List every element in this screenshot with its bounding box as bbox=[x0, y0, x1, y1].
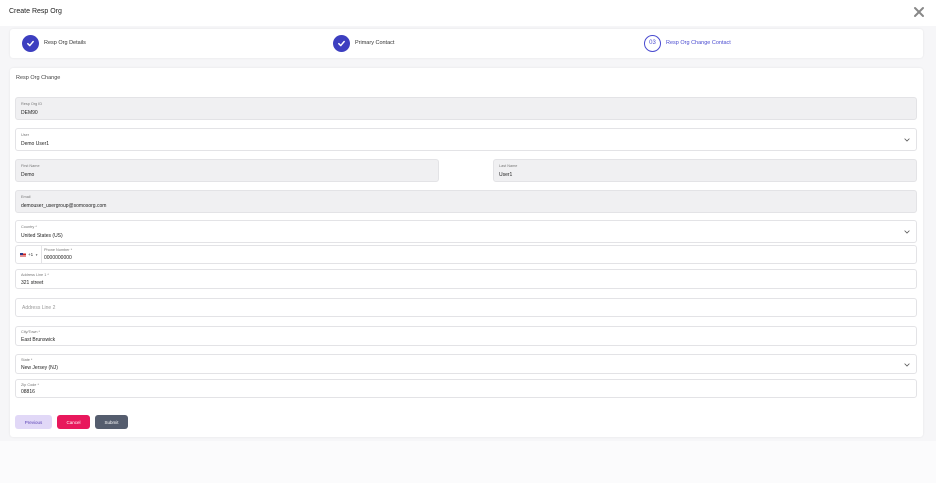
first-name-field: First Name Demo bbox=[15, 159, 439, 182]
field-label: Zip Code * bbox=[21, 383, 39, 387]
field-label: User bbox=[21, 133, 30, 137]
field-value: Demo bbox=[21, 172, 35, 178]
field-value: 321 street bbox=[21, 280, 44, 286]
state-select[interactable]: State * New Jersey (NJ) bbox=[15, 354, 917, 374]
field-value: DEM90 bbox=[21, 110, 38, 116]
zip-code-field[interactable]: Zip Code * 08816 bbox=[15, 379, 917, 398]
city-field[interactable]: City/Town * East Brunswick bbox=[15, 326, 917, 346]
field-value: demouser_usergroup@somosorg.com bbox=[21, 203, 107, 209]
country-select[interactable]: Country * United States (US) bbox=[15, 220, 917, 243]
close-icon[interactable] bbox=[913, 6, 925, 18]
modal-footer bbox=[0, 441, 936, 483]
last-name-field: Last Name User1 bbox=[493, 159, 917, 182]
step-number: 03 bbox=[644, 34, 661, 52]
section-title: Resp Org Change bbox=[16, 75, 61, 81]
field-value: East Brunswick bbox=[21, 337, 56, 343]
chevron-down-icon bbox=[904, 138, 910, 142]
field-value: New Jersey (NJ) bbox=[21, 365, 58, 371]
step-resp-org-change-contact[interactable]: 03 Resp Org Change Contact bbox=[644, 34, 731, 52]
modal-title: Create Resp Org bbox=[9, 8, 62, 15]
step-label: Primary Contact bbox=[355, 40, 395, 46]
modal-header: Create Resp Org bbox=[0, 0, 936, 26]
submit-button[interactable]: Submit bbox=[95, 415, 128, 429]
us-flag-icon bbox=[20, 252, 26, 257]
step-complete-indicator bbox=[22, 34, 39, 52]
stepper: Resp Org Details Primary Contact 03 Resp… bbox=[10, 29, 923, 58]
country-code-select[interactable]: +1 ▼ bbox=[16, 246, 42, 263]
field-label: Country * bbox=[21, 225, 37, 229]
field-label: Address Line 1 * bbox=[21, 273, 49, 277]
resp-org-id-field: Resp Org ID DEM90 bbox=[15, 97, 917, 120]
step-primary-contact[interactable]: Primary Contact bbox=[333, 34, 394, 52]
step-complete-indicator bbox=[333, 34, 350, 52]
field-value: 08816 bbox=[21, 389, 35, 395]
field-label: State * bbox=[21, 358, 33, 362]
chevron-down-icon bbox=[904, 230, 910, 234]
chevron-down-icon bbox=[904, 363, 910, 367]
previous-button[interactable]: Previous bbox=[15, 415, 52, 429]
cancel-button[interactable]: Cancel bbox=[57, 415, 90, 429]
field-label: Last Name bbox=[499, 164, 518, 168]
field-label: Email bbox=[21, 195, 31, 199]
dial-code: +1 bbox=[28, 252, 34, 257]
field-label: City/Town * bbox=[21, 330, 40, 334]
field-value: 0000000000 bbox=[44, 255, 72, 261]
user-select[interactable]: User Demo User1 bbox=[15, 128, 917, 151]
caret-down-icon: ▼ bbox=[35, 252, 39, 257]
field-value: United States (US) bbox=[21, 233, 63, 239]
address-line-2-field[interactable]: Address Line 2 bbox=[15, 298, 917, 317]
step-resp-org-details[interactable]: Resp Org Details bbox=[22, 34, 86, 52]
field-label: Phone Number * bbox=[44, 248, 73, 252]
field-placeholder: Address Line 2 bbox=[22, 305, 56, 311]
address-line-1-field[interactable]: Address Line 1 * 321 street bbox=[15, 269, 917, 289]
step-label: Resp Org Details bbox=[44, 40, 86, 46]
check-icon bbox=[27, 40, 34, 46]
check-icon bbox=[338, 40, 345, 46]
field-value: Demo User1 bbox=[21, 141, 50, 147]
step-label: Resp Org Change Contact bbox=[666, 40, 731, 46]
form-card: Resp Org Change Resp Org ID DEM90 User D… bbox=[10, 68, 923, 437]
field-label: First Name bbox=[21, 164, 40, 168]
field-label: Resp Org ID bbox=[21, 102, 43, 106]
email-field: Email demouser_usergroup@somosorg.com bbox=[15, 190, 917, 213]
field-value: User1 bbox=[499, 172, 513, 178]
phone-field[interactable]: +1 ▼ Phone Number * 0000000000 bbox=[15, 245, 917, 264]
